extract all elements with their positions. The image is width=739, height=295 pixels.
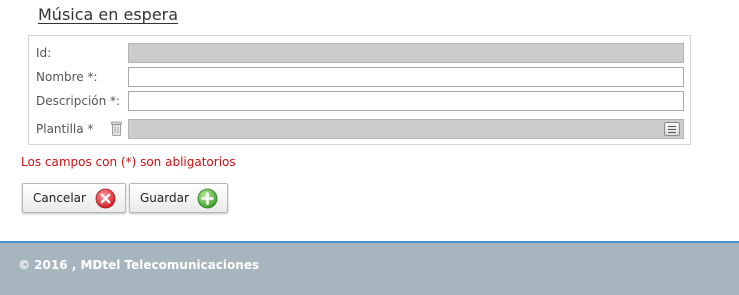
required-fields-note: Los campos con (*) son abligatorios — [21, 155, 236, 169]
save-button-label: Guardar — [140, 191, 189, 205]
descripcion-row: Descripción *: — [29, 91, 692, 113]
id-row: Id: — [29, 43, 692, 65]
footer: © 2016 , MDtel Telecomunicaciones — [0, 241, 739, 295]
red-x-circle-icon — [95, 188, 116, 209]
save-button[interactable]: Guardar — [129, 183, 228, 213]
footer-copyright: © 2016 , MDtel Telecomunicaciones — [18, 258, 260, 272]
nombre-row: Nombre *: — [29, 67, 692, 89]
trash-icon[interactable] — [111, 121, 122, 136]
green-plus-circle-icon — [197, 188, 218, 209]
id-label: Id: — [36, 46, 52, 60]
plantilla-label: Plantilla * — [36, 122, 94, 136]
list-icon[interactable] — [664, 122, 680, 136]
descripcion-input[interactable] — [128, 91, 684, 111]
nombre-input[interactable] — [128, 67, 684, 87]
nombre-label: Nombre *: — [36, 70, 98, 84]
cancel-button-label: Cancelar — [33, 191, 86, 205]
form-panel: Id: Nombre *: Descripción *: Plantilla * — [28, 35, 691, 145]
plantilla-row: Plantilla * — [29, 119, 692, 141]
id-field — [128, 43, 684, 63]
page-title: Música en espera — [38, 5, 179, 24]
cancel-button[interactable]: Cancelar — [22, 183, 126, 213]
plantilla-field — [128, 119, 684, 139]
descripcion-label: Descripción *: — [36, 94, 121, 108]
